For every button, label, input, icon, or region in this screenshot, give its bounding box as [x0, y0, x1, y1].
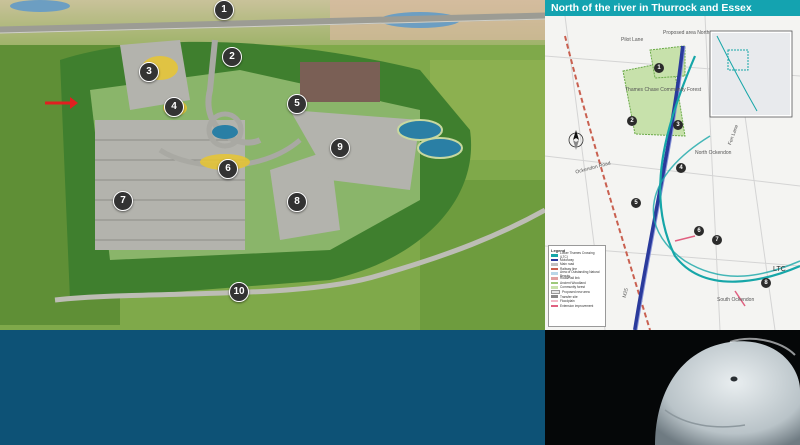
aerial-landscape — [0, 0, 545, 330]
aerial-marker-6: 6 — [218, 159, 238, 179]
aerial-marker-3: 3 — [139, 62, 159, 82]
aerial-marker-5: 5 — [287, 94, 307, 114]
label-proposed-area: Proposed area North — [663, 30, 710, 36]
aerial-marker-9: 9 — [330, 138, 350, 158]
map-marker-2: 2 — [627, 116, 637, 126]
aerial-marker-4: 4 — [164, 97, 184, 117]
beluga-image — [545, 330, 800, 445]
label-ltc: LTC — [773, 266, 786, 273]
label-pilot-lane: Pilot Lane — [621, 37, 644, 43]
label-north-ockendon: North Ockendon — [695, 150, 732, 156]
map-marker-8: 8 — [761, 278, 771, 288]
label-south-ockendon: South Ockendon — [717, 297, 755, 303]
aerial-marker-8: 8 — [287, 192, 307, 212]
map-legend: Legend Lower Thames Crossing (LTC) Motor… — [548, 245, 606, 327]
beluga-photo — [545, 330, 800, 445]
map-marker-5: 5 — [631, 198, 641, 208]
aerial-marker-2: 2 — [222, 47, 242, 67]
map-title: North of the river in Thurrock and Essex — [545, 0, 800, 16]
aerial-render: 1 2 3 4 5 6 7 8 9 10 — [0, 0, 545, 330]
aerial-marker-10: 10 — [229, 282, 249, 302]
label-community-forest: Thames Chase Community Forest — [625, 87, 702, 93]
map-marker-1: 1 — [654, 63, 664, 73]
map-marker-4: 4 — [676, 163, 686, 173]
map-marker-3: 3 — [673, 120, 683, 130]
map-marker-6: 6 — [694, 226, 704, 236]
legend-row: Extension improvement — [551, 304, 603, 309]
aerial-marker-1: 1 — [214, 0, 234, 20]
aerial-marker-7: 7 — [113, 191, 133, 211]
blue-text-panel — [0, 330, 545, 445]
map-marker-7: 7 — [712, 235, 722, 245]
